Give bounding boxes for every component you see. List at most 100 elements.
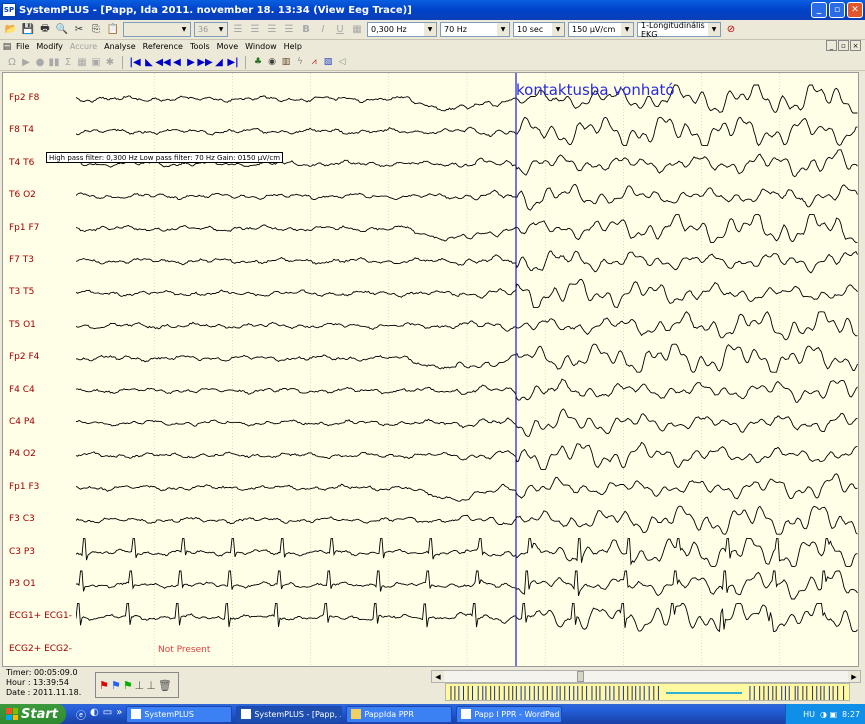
grid-icon[interactable]: ▦: [76, 56, 88, 68]
channel-label[interactable]: P4 O2: [9, 449, 36, 459]
taskbar-item-wordpad[interactable]: Papp I PPR - WordPad: [456, 705, 563, 723]
print-icon[interactable]: 🖶: [38, 23, 52, 37]
size-combo[interactable]: 36 ▼: [194, 22, 228, 37]
montage-combo[interactable]: 1-Longitudinális EKG ▼: [637, 21, 721, 39]
spectrum-icon[interactable]: ⩘: [308, 56, 320, 68]
menu-help[interactable]: Help: [281, 42, 305, 51]
channel-label[interactable]: T5 O1: [9, 320, 36, 330]
save-icon[interactable]: 💾: [21, 23, 35, 37]
font-combo[interactable]: ▼: [123, 22, 191, 37]
fast-forward-icon[interactable]: ▶▶: [197, 56, 212, 68]
impedance-icon[interactable]: ▣: [90, 56, 102, 68]
fast-back-icon[interactable]: ◀◀: [155, 56, 170, 68]
baseline-icon[interactable]: ⊥: [135, 679, 145, 692]
ie-icon[interactable]: ⓔ: [76, 707, 86, 722]
timebase-combo[interactable]: 10 sec ▼: [513, 22, 565, 37]
channel-label[interactable]: C4 P4: [9, 417, 35, 427]
taskbar-item-pappida-ppr[interactable]: PappIda PPR: [346, 705, 453, 723]
mdi-close-button[interactable]: ×: [850, 40, 861, 51]
paste-icon[interactable]: 📋: [106, 23, 120, 37]
annotation-label[interactable]: kontaktusba vonható: [516, 81, 675, 99]
menu-accure[interactable]: Accure: [67, 42, 100, 51]
blue-flag-icon[interactable]: ⚑: [111, 679, 121, 692]
minimize-button[interactable]: _: [811, 2, 827, 18]
highpass-combo[interactable]: 0,300 Hz ▼: [367, 22, 437, 37]
sound-icon[interactable]: ◁: [336, 56, 348, 68]
montage-icon[interactable]: ♣: [252, 56, 264, 68]
copy-icon[interactable]: ⎘: [89, 23, 103, 37]
cut-icon[interactable]: ✂: [72, 23, 86, 37]
recording-overview-strip[interactable]: [445, 683, 850, 701]
firefox-icon[interactable]: ◐: [90, 707, 99, 722]
justify-icon[interactable]: ☰: [282, 23, 296, 37]
menu-file[interactable]: File: [13, 42, 32, 51]
taskbar-item-systemplus-papp[interactable]: SystemPLUS - [Papp, ...: [236, 705, 343, 723]
language-indicator[interactable]: HU: [803, 710, 815, 719]
close-button[interactable]: ✕: [847, 2, 863, 18]
preview-icon[interactable]: 🔍: [55, 23, 69, 37]
settings-icon[interactable]: ✱: [104, 56, 116, 68]
channel-label[interactable]: Fp2 F8: [9, 93, 39, 103]
channel-label[interactable]: F3 C3: [9, 514, 35, 524]
gain-combo[interactable]: 150 µV/cm ▼: [568, 22, 634, 37]
format-icon[interactable]: ▦: [350, 23, 364, 37]
marker-icon[interactable]: ⊥: [146, 679, 156, 692]
maximize-button[interactable]: ▫: [829, 2, 845, 18]
lowpass-combo[interactable]: 70 Hz ▼: [440, 22, 510, 37]
scroll-left-button[interactable]: ◀: [432, 671, 444, 682]
menu-analyse[interactable]: Analyse: [101, 42, 139, 51]
omega-icon[interactable]: Ω: [6, 56, 18, 68]
chart-icon[interactable]: ▥: [280, 56, 292, 68]
trash-icon[interactable]: 🗑: [158, 679, 172, 692]
menu-window[interactable]: Window: [242, 42, 280, 51]
channel-label[interactable]: C3 P3: [9, 547, 35, 557]
channel-label[interactable]: Fp1 F7: [9, 223, 39, 233]
forward-icon[interactable]: ▶: [185, 56, 197, 68]
mdi-restore-button[interactable]: ▫: [838, 40, 849, 51]
channel-label[interactable]: F4 C4: [9, 385, 35, 395]
start-button[interactable]: Start: [0, 704, 66, 724]
more-icon[interactable]: »: [116, 707, 122, 722]
align-center-icon[interactable]: ☰: [248, 23, 262, 37]
channel-label[interactable]: T3 T5: [9, 287, 34, 297]
back-mark-icon[interactable]: ◣: [143, 56, 155, 68]
last-page-icon[interactable]: ▶|: [227, 56, 239, 68]
channel-label[interactable]: F8 T4: [9, 125, 34, 135]
menu-reference[interactable]: Reference: [140, 42, 186, 51]
bold-icon[interactable]: B: [299, 23, 313, 37]
folder-icon[interactable]: ▭: [103, 707, 112, 722]
lightning-icon[interactable]: ϟ: [294, 56, 306, 68]
channel-label[interactable]: Fp1 F3: [9, 482, 39, 492]
mdi-minimize-button[interactable]: _: [826, 40, 837, 51]
channel-label[interactable]: F7 T3: [9, 255, 34, 265]
back-icon[interactable]: ◀: [171, 56, 183, 68]
open-icon[interactable]: 📂: [4, 23, 18, 37]
align-right-icon[interactable]: ☰: [265, 23, 279, 37]
scroll-right-button[interactable]: ▶: [848, 671, 860, 682]
red-flag-icon[interactable]: ⚑: [99, 679, 109, 692]
menu-move[interactable]: Move: [214, 42, 241, 51]
tray-icons[interactable]: ◑ ▣: [820, 710, 837, 719]
channel-label[interactable]: ECG2+ ECG2-: [9, 644, 72, 654]
scroll-thumb[interactable]: [577, 671, 584, 682]
italic-icon[interactable]: I: [316, 23, 330, 37]
channel-label[interactable]: T6 O2: [9, 190, 36, 200]
underline-icon[interactable]: U: [333, 23, 347, 37]
record-icon[interactable]: ●: [34, 56, 46, 68]
channel-label[interactable]: T4 T6: [9, 158, 34, 168]
channel-label[interactable]: ECG1+ ECG1-: [9, 611, 72, 621]
histogram-icon[interactable]: ▧: [322, 56, 334, 68]
stop-icon[interactable]: ⊘: [724, 23, 738, 37]
eeg-trace-view[interactable]: Fp2 F8 F8 T4 T4 T6 T6 O2 Fp1 F7 F7 T3 T3 T5 T5 …: [2, 72, 859, 667]
brainmap-icon[interactable]: ◉: [266, 56, 278, 68]
menu-modify[interactable]: Modify: [33, 42, 66, 51]
horizontal-scrollbar[interactable]: ◀ ▶: [431, 670, 861, 683]
sum-icon[interactable]: Σ: [62, 56, 74, 68]
channel-label[interactable]: P3 O1: [9, 579, 36, 589]
play-icon[interactable]: ▶: [20, 56, 32, 68]
forward-mark-icon[interactable]: ◢: [213, 56, 225, 68]
menu-tools[interactable]: Tools: [187, 42, 213, 51]
align-left-icon[interactable]: ☰: [231, 23, 245, 37]
channel-label[interactable]: Fp2 F4: [9, 352, 39, 362]
pause-icon[interactable]: ▮▮: [48, 56, 60, 68]
